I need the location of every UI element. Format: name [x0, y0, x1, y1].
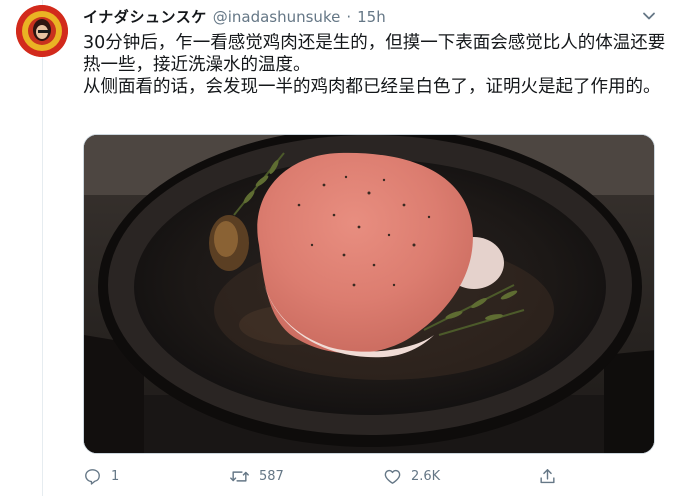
tweet: イナダシュンスケ @inadashunsuke · 15h 30分钟后，乍一看感… [0, 0, 675, 496]
heart-icon [383, 467, 402, 486]
tweet-actions: 1 587 2.6K [83, 463, 583, 489]
tweet-paragraph-1: 30分钟后，乍一看感觉鸡肉还是生的，但摸一下表面会感觉比人的体温还要热一些，接近… [83, 33, 666, 75]
display-name[interactable]: イナダシュンスケ [83, 6, 207, 27]
like-count: 2.6K [411, 468, 441, 484]
avatar[interactable] [16, 5, 68, 57]
like-button[interactable]: 2.6K [383, 463, 440, 489]
user-handle[interactable]: @inadashunsuke [213, 8, 341, 26]
share-icon [538, 467, 557, 486]
tweet-header: イナダシュンスケ @inadashunsuke · 15h [83, 6, 386, 27]
separator-dot: · [346, 8, 352, 26]
chicken-in-pan-image [84, 135, 654, 453]
share-button[interactable] [538, 463, 557, 489]
retweet-count: 587 [259, 468, 284, 484]
reply-icon [83, 467, 102, 486]
retweet-button[interactable]: 587 [229, 463, 284, 489]
reply-count: 1 [111, 468, 120, 484]
chevron-down-icon[interactable] [639, 6, 659, 26]
tweet-photo[interactable] [83, 134, 655, 454]
tweet-text: 30分钟后，乍一看感觉鸡肉还是生的，但摸一下表面会感觉比人的体温还要热一些，接近… [83, 32, 668, 98]
tweet-paragraph-2: 从侧面看的话，会发现一半的鸡肉都已经呈白色了，证明火是起了作用的。 [83, 77, 661, 97]
reply-button[interactable]: 1 [83, 463, 119, 489]
divider [42, 0, 43, 496]
timestamp[interactable]: 15h [357, 8, 386, 26]
retweet-icon [229, 467, 250, 486]
